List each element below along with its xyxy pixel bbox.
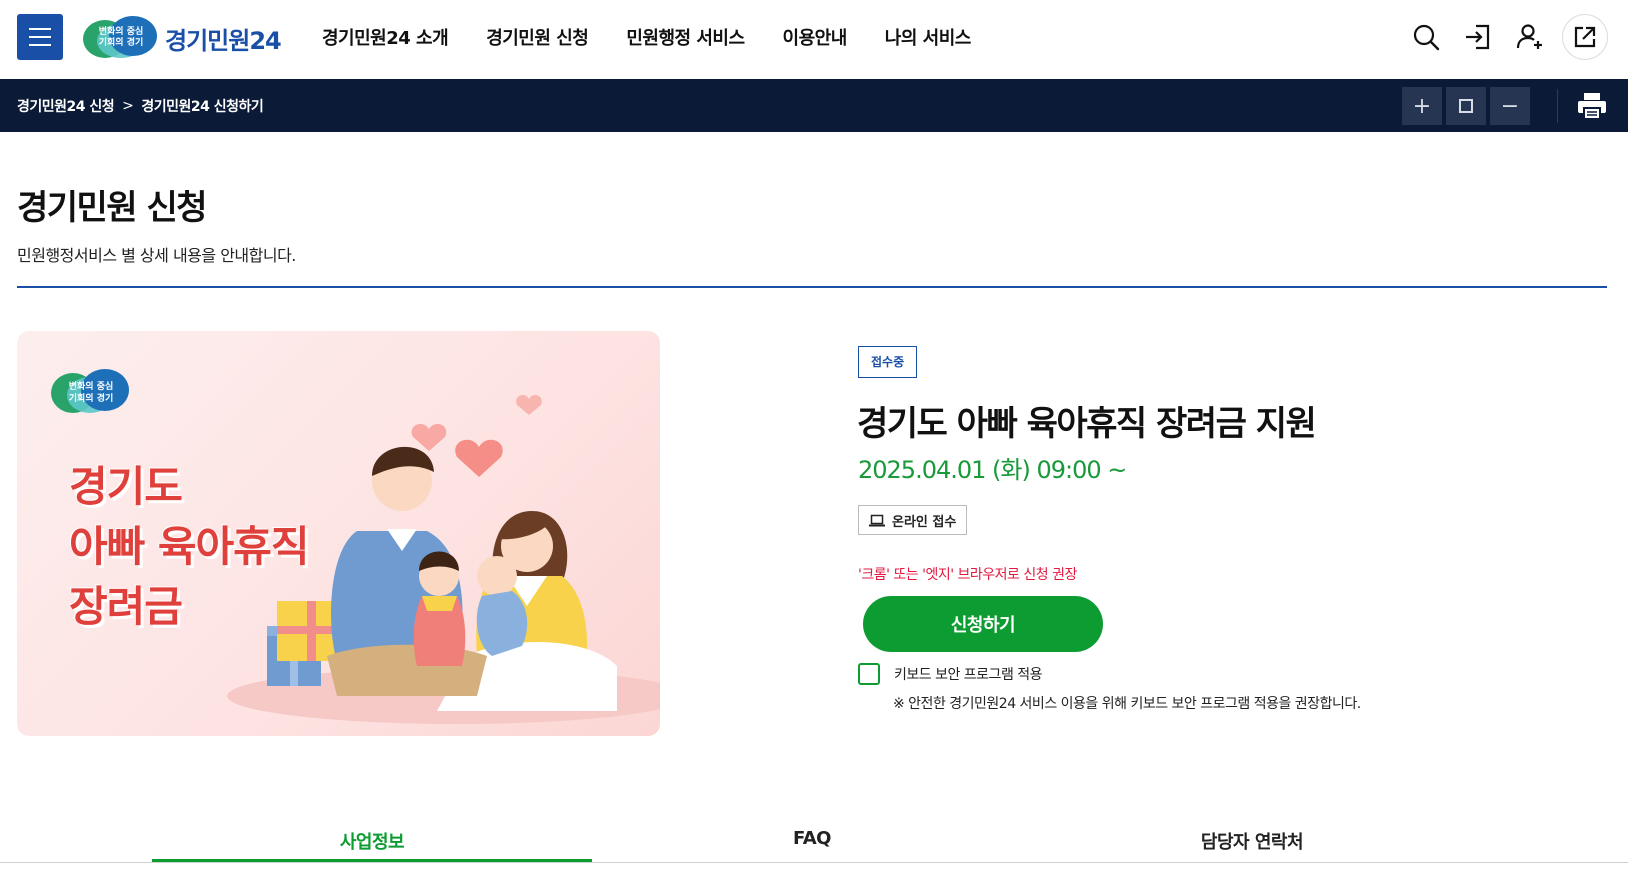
menu-icon xyxy=(29,28,51,30)
login-icon[interactable] xyxy=(1458,15,1498,59)
divider xyxy=(1557,89,1558,123)
tab-business-info[interactable]: 사업정보 xyxy=(152,816,592,863)
title-divider xyxy=(17,286,1607,288)
search-icon[interactable] xyxy=(1406,15,1446,59)
channel-label: 온라인 접수 xyxy=(892,514,957,530)
service-title: 경기도 아빠 육아휴직 장려금 지원 xyxy=(857,404,1317,444)
keyboard-security-label[interactable]: 키보드 보안 프로그램 적용 xyxy=(894,664,1043,684)
channel-badge: 온라인 접수 xyxy=(858,505,968,535)
zoom-out-icon[interactable]: − xyxy=(1490,87,1530,125)
breadcrumb: 경기민원24 신청 > 경기민원24 신청하기 xyxy=(17,96,264,116)
browser-recommendation-note: '크롬' 또는 '엣지' 브라우저로 신청 권장 xyxy=(858,567,1077,583)
detail-tabs: 사업정보 FAQ 담당자 연락처 xyxy=(152,816,1472,863)
apply-button[interactable]: 신청하기 xyxy=(863,596,1103,652)
page-description: 민원행정서비스 별 상세 내용을 안내합니다. xyxy=(17,246,296,265)
zoom-in-icon[interactable]: + xyxy=(1402,87,1442,125)
zoom-reset-icon[interactable] xyxy=(1446,87,1486,125)
nav-item-my-service[interactable]: 나의 서비스 xyxy=(885,24,972,50)
keyboard-security-checkbox[interactable] xyxy=(858,663,880,685)
nav-item-apply[interactable]: 경기민원 신청 xyxy=(486,24,589,50)
external-link-icon[interactable] xyxy=(1562,14,1608,60)
zoom-controls: + − xyxy=(1402,87,1530,125)
service-date: 2025.04.01 (화) 09:00 ~ xyxy=(858,456,1127,484)
gyeonggi-logo-badge: 변화의 중심 기회의 경기 xyxy=(83,16,159,60)
page-title: 경기민원 신청 xyxy=(17,188,208,228)
nav-item-guide[interactable]: 이용안내 xyxy=(783,24,848,50)
nav-item-intro[interactable]: 경기민원24 소개 xyxy=(322,24,449,50)
banner-logo: 변화의 중심 기회의 경기 xyxy=(51,369,131,415)
family-illustration xyxy=(227,394,660,724)
hamburger-menu-button[interactable] xyxy=(17,14,63,60)
breadcrumb-bar: 경기민원24 신청 > 경기민원24 신청하기 + − xyxy=(0,79,1628,132)
print-icon[interactable] xyxy=(1576,92,1608,120)
service-banner-image: 변화의 중심 기회의 경기 경기도 아빠 육아휴직 장려금 xyxy=(17,331,660,736)
keyboard-security-row: 키보드 보안 프로그램 적용 xyxy=(858,663,1043,685)
status-badge: 접수중 xyxy=(858,346,918,378)
user-add-icon[interactable] xyxy=(1510,15,1550,59)
tabs-divider xyxy=(0,862,1628,863)
keyboard-security-note: ※ 안전한 경기민원24 서비스 이용을 위해 키보드 보안 프로그램 적용을 … xyxy=(893,696,1361,712)
tab-contact[interactable]: 담당자 연락처 xyxy=(1032,816,1472,863)
site-header: 변화의 중심 기회의 경기 경기민원24 경기민원24 소개 경기민원 신청 민원… xyxy=(0,0,1628,79)
utility-bar xyxy=(1406,14,1608,60)
breadcrumb-item[interactable]: 경기민원24 신청 xyxy=(17,96,115,116)
laptop-icon xyxy=(869,514,885,526)
breadcrumb-item-current[interactable]: 경기민원24 신청하기 xyxy=(141,96,263,116)
breadcrumb-separator: > xyxy=(122,98,134,114)
logo-text: 경기민원24 xyxy=(165,26,282,55)
nav-item-admin-service[interactable]: 민원행정 서비스 xyxy=(626,24,745,50)
main-nav: 경기민원24 소개 경기민원 신청 민원행정 서비스 이용안내 나의 서비스 xyxy=(322,24,971,50)
site-logo[interactable]: 변화의 중심 기회의 경기 경기민원24 xyxy=(83,15,282,61)
tab-faq[interactable]: FAQ xyxy=(592,816,1032,863)
